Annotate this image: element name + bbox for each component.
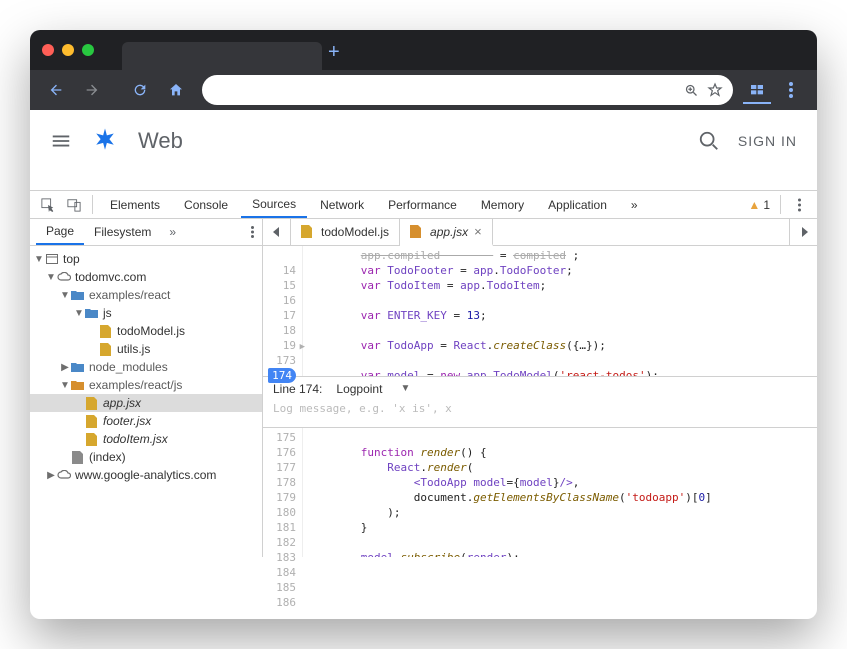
browser-toolbar — [30, 70, 817, 110]
device-toolbar-button[interactable] — [62, 191, 86, 218]
frame-icon — [44, 252, 59, 267]
tree-domain-ga[interactable]: ▶www.google-analytics.com — [30, 466, 262, 484]
home-button[interactable] — [160, 74, 192, 106]
app-header: Web SIGN IN — [30, 110, 817, 172]
js-file-icon — [410, 225, 424, 239]
editor-history-forward[interactable] — [789, 219, 817, 245]
document-icon — [70, 450, 85, 465]
app-logo-icon — [90, 126, 120, 156]
tree-folder-node-modules[interactable]: ▶node_modules — [30, 358, 262, 376]
tree-file-utils[interactable]: utils.js — [30, 340, 262, 358]
address-bar[interactable] — [202, 75, 733, 105]
breakpoint-type-select[interactable]: Logpoint▼ — [336, 382, 410, 396]
minimize-window-button[interactable] — [62, 44, 74, 56]
close-tab-button[interactable]: × — [474, 224, 482, 239]
browser-tab[interactable] — [122, 42, 322, 70]
sources-navigator: Page Filesystem » ▼top ▼todomvc.com ▼exa… — [30, 219, 263, 557]
hamburger-menu-button[interactable] — [50, 130, 72, 152]
bookmark-star-icon[interactable] — [707, 82, 723, 98]
nav-menu-button[interactable] — [243, 219, 262, 245]
code-viewport[interactable]: 14 15 16 17 18 19▶ 173 174 app.compiled … — [263, 246, 817, 376]
new-tab-button[interactable]: + — [328, 41, 340, 64]
folder-icon — [70, 360, 85, 375]
devtools-tabbar: Elements Console Sources Network Perform… — [30, 191, 817, 219]
code-viewport-lower[interactable]: 175 176 177 178 179 180 181 182 183 184 … — [263, 428, 817, 558]
logpoint-line-label: Line 174: — [273, 382, 322, 396]
editor-history-back[interactable] — [263, 219, 291, 245]
tab-elements[interactable]: Elements — [99, 191, 171, 218]
js-file-icon — [98, 324, 113, 339]
inspect-element-button[interactable] — [36, 191, 60, 218]
browser-menu-button[interactable] — [775, 74, 807, 106]
file-tree: ▼top ▼todomvc.com ▼examples/react ▼js to… — [30, 246, 262, 557]
tab-console[interactable]: Console — [173, 191, 239, 218]
browser-window: + Web SIGN IN Elements Console — [30, 30, 817, 619]
tree-file-index[interactable]: (index) — [30, 448, 262, 466]
tree-domain[interactable]: ▼todomvc.com — [30, 268, 262, 286]
tree-file-todomodel[interactable]: todoModel.js — [30, 322, 262, 340]
tab-memory[interactable]: Memory — [470, 191, 535, 218]
folder-icon — [70, 288, 85, 303]
tab-performance[interactable]: Performance — [377, 191, 468, 218]
tree-folder-js[interactable]: ▼js — [30, 304, 262, 322]
warning-count: 1 — [763, 198, 770, 212]
forward-button[interactable] — [76, 74, 108, 106]
folder-icon — [84, 306, 99, 321]
code-content[interactable]: app.compiled = compiled ; var TodoFooter… — [303, 246, 817, 376]
logpoint-marker[interactable]: 174 — [268, 368, 296, 383]
nav-tab-filesystem[interactable]: Filesystem — [84, 219, 161, 245]
window-controls — [42, 44, 94, 56]
maximize-window-button[interactable] — [82, 44, 94, 56]
editor-tab-app-jsx[interactable]: app.jsx× — [400, 219, 493, 246]
sign-in-button[interactable]: SIGN IN — [738, 133, 797, 149]
code-editor: todoModel.js app.jsx× 14 15 16 17 18 19▶… — [263, 219, 817, 557]
warning-icon: ▲ — [748, 198, 760, 212]
zoom-icon[interactable] — [684, 83, 699, 98]
tree-top-frame[interactable]: ▼top — [30, 250, 262, 268]
js-file-icon — [98, 342, 113, 357]
breakpoint-editor: Line 174: Logpoint▼ — [263, 376, 817, 428]
cloud-icon — [56, 468, 71, 483]
devtools-panel: Elements Console Sources Network Perform… — [30, 190, 817, 557]
search-button[interactable] — [698, 130, 720, 152]
tree-file-footer-jsx[interactable]: footer.jsx — [30, 412, 262, 430]
tab-application[interactable]: Application — [537, 191, 618, 218]
line-gutter-lower[interactable]: 175 176 177 178 179 180 181 182 183 184 … — [263, 428, 303, 558]
js-file-icon — [84, 396, 99, 411]
tree-file-todoitem-jsx[interactable]: todoItem.jsx — [30, 430, 262, 448]
tabs-overflow-button[interactable]: » — [620, 191, 649, 218]
js-file-icon — [84, 414, 99, 429]
nav-tab-page[interactable]: Page — [36, 219, 84, 245]
fold-arrow-icon[interactable]: ▶ — [300, 340, 305, 355]
tab-sources[interactable]: Sources — [241, 191, 307, 218]
back-button[interactable] — [40, 74, 72, 106]
tab-network[interactable]: Network — [309, 191, 375, 218]
line-gutter[interactable]: 14 15 16 17 18 19▶ 173 174 — [263, 246, 303, 376]
warnings-indicator[interactable]: ▲ 1 — [748, 191, 774, 218]
extension-icon[interactable] — [743, 76, 771, 104]
nav-tabs-overflow[interactable]: » — [161, 219, 184, 245]
editor-tab-todomodel[interactable]: todoModel.js — [291, 219, 400, 245]
tree-folder-examples-react-js[interactable]: ▼examples/react/js — [30, 376, 262, 394]
logpoint-message-input[interactable] — [273, 402, 807, 415]
reload-button[interactable] — [124, 74, 156, 106]
devtools-menu-button[interactable] — [787, 191, 811, 218]
tree-file-app-jsx[interactable]: app.jsx — [30, 394, 262, 412]
app-title: Web — [138, 128, 183, 154]
cloud-icon — [56, 270, 71, 285]
js-file-icon — [84, 432, 99, 447]
browser-tabstrip: + — [30, 30, 817, 70]
tree-folder-examples-react[interactable]: ▼examples/react — [30, 286, 262, 304]
chevron-down-icon: ▼ — [400, 383, 410, 394]
close-window-button[interactable] — [42, 44, 54, 56]
code-content-lower[interactable]: function render() { React.render( <TodoA… — [303, 428, 817, 558]
js-file-icon — [301, 225, 315, 239]
folder-icon — [70, 378, 85, 393]
